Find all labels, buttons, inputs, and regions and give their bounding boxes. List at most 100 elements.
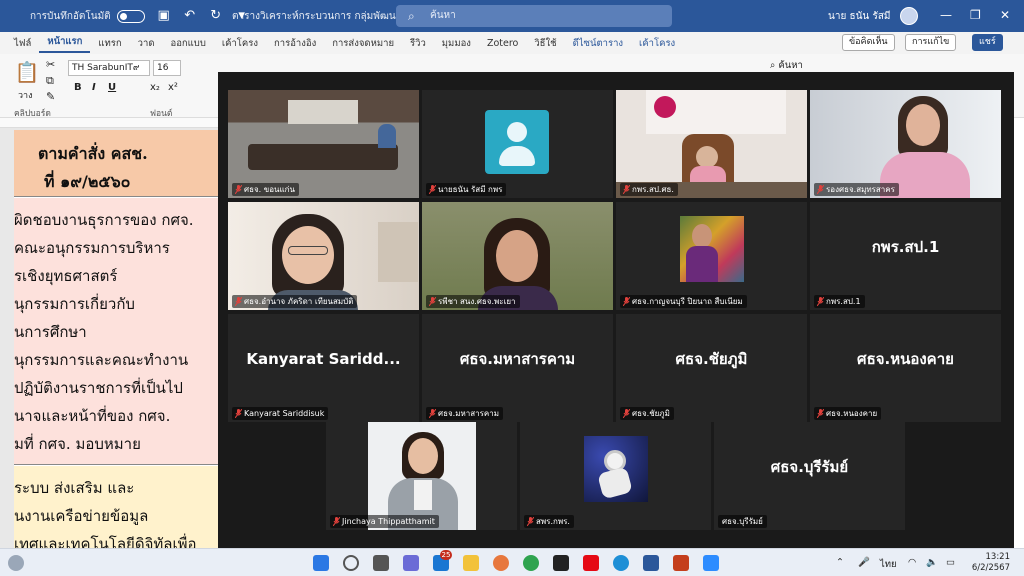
participant-name: ศธจ.บุรีรัมย์ bbox=[722, 517, 763, 526]
tab-draw[interactable]: วาด bbox=[130, 36, 163, 51]
muted-mic-icon bbox=[817, 185, 824, 194]
copy-icon[interactable]: ⧉ bbox=[46, 74, 54, 88]
tab-help[interactable]: วิธีใช้ bbox=[526, 36, 564, 51]
ribbon-tabs: ไฟล์ หน้าแรก แทรก วาด ออกแบบ เค้าโครง กา… bbox=[0, 32, 1024, 54]
participant-name: ศธจ.ชัยภูมิ bbox=[632, 409, 670, 418]
search-taskbar-icon[interactable] bbox=[343, 555, 359, 571]
participant-name-label: กพร.สป.1 bbox=[814, 295, 865, 308]
tab-table-design[interactable]: ดีไซน์ตาราง bbox=[565, 36, 631, 51]
participant-tile[interactable]: ศธจ. ขอนแก่น bbox=[228, 90, 419, 198]
maximize-icon[interactable]: ❐ bbox=[970, 8, 981, 22]
powerpoint-icon[interactable] bbox=[673, 555, 689, 571]
user-name[interactable]: นาย ธนัน รัสมี bbox=[828, 9, 891, 24]
undo-icon[interactable]: ↶ bbox=[183, 9, 197, 23]
tab-table-layout[interactable]: เค้าโครง bbox=[631, 36, 683, 51]
tab-layout[interactable]: เค้าโครง bbox=[214, 36, 266, 51]
bold-icon[interactable]: B bbox=[74, 82, 82, 93]
participant-tile[interactable]: สพร.กพร. bbox=[520, 422, 711, 530]
participant-name-label: ศธจ.กาญจนบุรี ปิยนาถ สืบเนียม bbox=[620, 295, 747, 308]
share-button[interactable]: แชร์ bbox=[972, 34, 1003, 51]
tab-home[interactable]: หน้าแรก bbox=[39, 34, 91, 53]
tab-review[interactable]: รีวิว bbox=[402, 36, 434, 51]
task-view-icon[interactable] bbox=[373, 555, 389, 571]
netflix-icon[interactable] bbox=[583, 555, 599, 571]
tab-references[interactable]: การอ้างอิง bbox=[266, 36, 324, 51]
font-size-select[interactable]: 16 bbox=[153, 60, 181, 76]
format-painter-icon[interactable]: ✎ bbox=[46, 90, 55, 103]
heading-line: ตามคำสั่ง คสช. bbox=[38, 144, 148, 163]
participant-tile[interactable]: รองศธจ.สมุทรสาคร bbox=[810, 90, 1001, 198]
muted-mic-icon bbox=[527, 517, 534, 526]
search-placeholder: ค้นหา bbox=[430, 10, 456, 21]
subscript-icon[interactable]: x₂ bbox=[150, 82, 160, 93]
autosave-toggle[interactable] bbox=[116, 9, 145, 23]
close-icon[interactable]: ✕ bbox=[1000, 8, 1010, 22]
comments-button[interactable]: ข้อคิดเห็น bbox=[842, 34, 895, 51]
tab-file[interactable]: ไฟล์ bbox=[6, 36, 39, 51]
participant-tile[interactable]: Kanyarat Saridd... Kanyarat Sariddisuk bbox=[228, 314, 419, 422]
volume-icon[interactable]: 🔈 bbox=[926, 557, 938, 568]
participant-tile[interactable]: ศธจ.ชัยภูมิ ศธจ.ชัยภูมิ bbox=[616, 314, 807, 422]
battery-icon[interactable]: ▭ bbox=[946, 557, 955, 568]
tab-zotero[interactable]: Zotero bbox=[479, 38, 526, 49]
start-icon[interactable] bbox=[313, 555, 329, 571]
participant-name: รองศธจ.สมุทรสาคร bbox=[826, 185, 895, 194]
avatar[interactable] bbox=[900, 7, 918, 25]
participant-tile[interactable]: ศธจ.หนองคาย ศธจ.หนองคาย bbox=[810, 314, 1001, 422]
participant-name-label: กพร.สป.ศธ. bbox=[620, 183, 678, 196]
clock[interactable]: 13:21 6/2/2567 bbox=[966, 552, 1010, 574]
tab-mailings[interactable]: การส่งจดหมาย bbox=[324, 36, 402, 51]
participant-tile[interactable]: รพีชา สนง.ศธจ.พะเยา bbox=[422, 202, 613, 310]
italic-icon[interactable]: I bbox=[92, 82, 96, 93]
participant-tile[interactable]: Jinchaya Thippatthamit bbox=[326, 422, 517, 530]
tab-insert[interactable]: แทรก bbox=[90, 36, 129, 51]
paste-label[interactable]: วาง bbox=[18, 88, 33, 102]
language-indicator[interactable]: ไทย bbox=[880, 557, 897, 572]
tab-view[interactable]: มุมมอง bbox=[434, 36, 479, 51]
search-box[interactable]: ⌕ ค้นหา bbox=[396, 5, 672, 27]
participant-display-name: ศธจ.มหาสารคาม bbox=[459, 350, 576, 368]
underline-icon[interactable]: U bbox=[108, 82, 116, 93]
font-name-select[interactable]: TH SarabunIT๙ bbox=[68, 60, 150, 76]
participant-tile[interactable]: ศธจ.มหาสารคาม ศธจ.มหาสารคาม bbox=[422, 314, 613, 422]
body-line: นาจและหน้าที่ของ กศจ. bbox=[14, 407, 171, 425]
tab-design[interactable]: ออกแบบ bbox=[163, 36, 214, 51]
participant-name-label: ศธจ.ชัยภูมิ bbox=[620, 407, 674, 420]
chat-icon[interactable] bbox=[403, 555, 419, 571]
redo-icon[interactable]: ↻ bbox=[209, 9, 223, 23]
participant-display-name: ศธจ.ชัยภูมิ bbox=[675, 350, 748, 368]
participant-tile[interactable]: นายธนัน รัสมี กพร bbox=[422, 90, 613, 198]
participant-display-name: กพร.สป.1 bbox=[871, 238, 940, 256]
participant-tile[interactable]: ศธจ.บุรีรัมย์ ศธจ.บุรีรัมย์ bbox=[714, 422, 905, 530]
weather-icon[interactable] bbox=[8, 555, 24, 571]
body-line: นุกรรมการและคณะทำงาน bbox=[14, 351, 189, 369]
document-page[interactable]: ตามคำสั่ง คสช. ที่ ๑๙/๒๕๖๐ ผิดชอบงานธุรก… bbox=[14, 130, 218, 548]
zoom-app-icon[interactable] bbox=[703, 555, 719, 571]
table-border bbox=[14, 464, 218, 465]
participant-tile[interactable]: กพร.สป.ศธ. bbox=[616, 90, 807, 198]
participant-tile[interactable]: กพร.สป.1 กพร.สป.1 bbox=[810, 202, 1001, 310]
word-icon[interactable] bbox=[643, 555, 659, 571]
file-explorer-icon[interactable] bbox=[463, 555, 479, 571]
participant-name-label: Jinchaya Thippatthamit bbox=[330, 515, 439, 528]
edge-icon[interactable] bbox=[613, 555, 629, 571]
muted-mic-icon bbox=[429, 297, 436, 306]
editing-button[interactable]: การแก้ไข bbox=[905, 34, 957, 51]
app-icon[interactable] bbox=[553, 555, 569, 571]
superscript-icon[interactable]: x² bbox=[168, 82, 178, 93]
zoom-gallery-window: ศธจ. ขอนแก่น นายธนัน รัสมี กพร กพร.สป.ศธ. ร… bbox=[218, 72, 1014, 548]
firefox-icon[interactable] bbox=[493, 555, 509, 571]
microphone-icon[interactable]: 🎤 bbox=[858, 557, 870, 568]
find-button[interactable]: ⌕ ค้นหา bbox=[770, 58, 803, 73]
participant-tile[interactable]: ศธจ.อำนาจ ภัคริดา เทียนสมบัติ bbox=[228, 202, 419, 310]
chevron-up-icon[interactable]: ⌃ bbox=[836, 557, 844, 568]
save-icon[interactable]: ▣ bbox=[157, 9, 171, 23]
participant-name: กพร.สป.1 bbox=[826, 297, 861, 306]
muted-mic-icon bbox=[817, 297, 824, 306]
chrome-icon[interactable] bbox=[523, 555, 539, 571]
participant-tile[interactable]: ศธจ.กาญจนบุรี ปิยนาถ สืบเนียม bbox=[616, 202, 807, 310]
minimize-icon[interactable]: — bbox=[940, 8, 952, 22]
cut-icon[interactable]: ✂ bbox=[46, 58, 55, 71]
document-title[interactable]: ตารางวิเคราะห์กระบวนการ กลุ่มพัฒนาบุ... bbox=[232, 9, 417, 24]
wifi-icon[interactable]: ◠ bbox=[908, 557, 916, 568]
